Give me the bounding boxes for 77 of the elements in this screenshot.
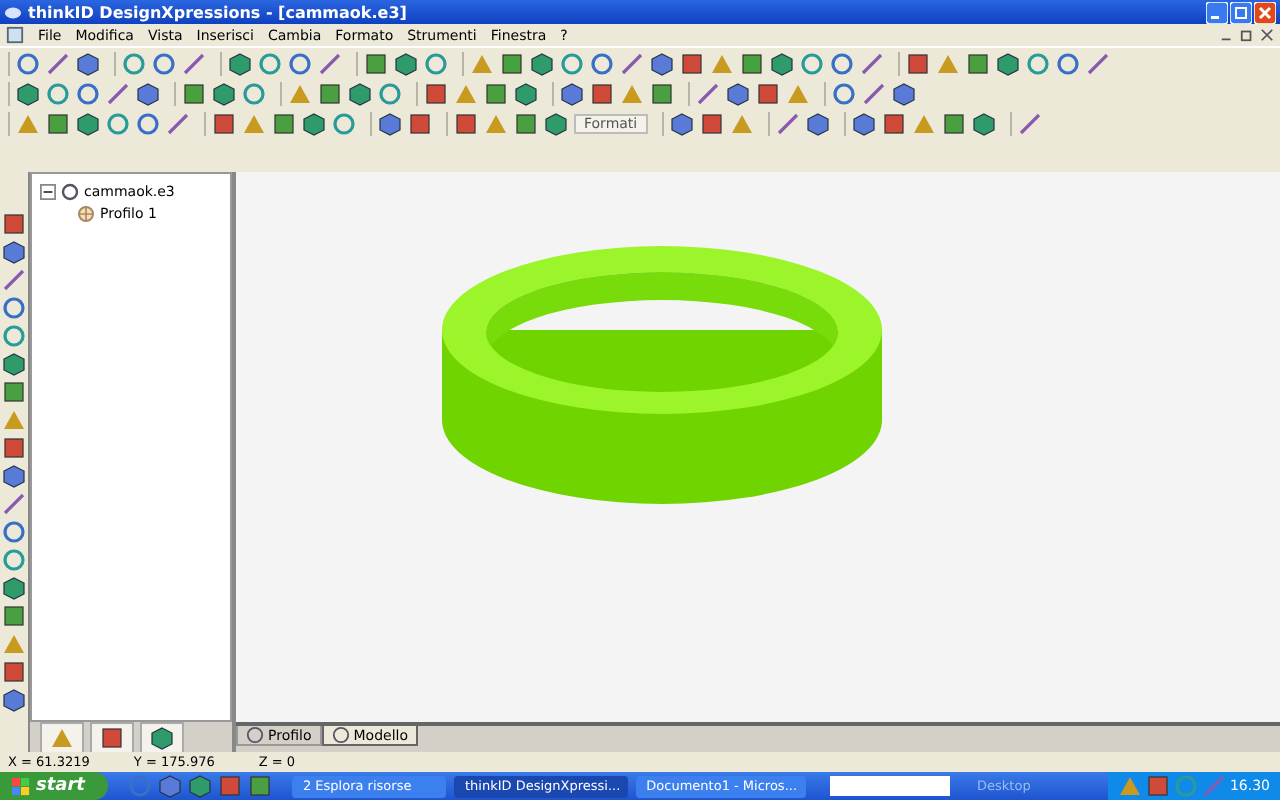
circle-icon[interactable] [1056,51,1080,75]
square-icon[interactable] [941,111,966,135]
square-icon[interactable] [2,436,26,460]
line-icon[interactable] [775,111,800,135]
line-icon[interactable] [46,51,70,75]
circle-icon[interactable] [832,81,856,105]
square-icon[interactable] [2,604,26,628]
square-icon[interactable] [318,81,342,105]
square-icon[interactable] [514,111,538,135]
circle-icon[interactable] [76,81,100,105]
document-icon [6,26,24,44]
maximize-button[interactable] [1230,1,1252,23]
window-title: thinkID DesignXpressions - [cammaok.e3] [28,3,407,21]
triangle-icon [50,725,74,749]
minimize-button[interactable] [1206,1,1228,23]
circle-icon[interactable] [136,111,160,135]
line-icon[interactable] [318,51,342,75]
square-icon [1145,774,1170,798]
line-icon[interactable] [1086,51,1110,75]
start-button[interactable]: start [0,772,109,800]
square-icon[interactable] [272,111,296,135]
profile-icon [76,203,96,223]
square-icon[interactable] [756,81,780,105]
search-field[interactable] [829,776,950,796]
square-icon[interactable] [212,111,236,135]
line-icon[interactable] [1017,111,1042,135]
line-icon[interactable] [182,51,206,75]
line-icon[interactable] [620,51,644,75]
square-icon[interactable] [484,81,508,105]
part-icon [60,181,80,201]
square-icon[interactable] [2,380,26,404]
circle-icon[interactable] [288,51,312,75]
square-icon[interactable] [500,51,524,75]
square-icon[interactable] [424,81,448,105]
line-icon[interactable] [166,111,190,135]
square-icon[interactable] [680,51,704,75]
square-icon[interactable] [590,81,614,105]
circle-icon [331,726,350,744]
triangle-icon [1117,774,1142,798]
collapse-icon[interactable] [40,183,56,199]
square-icon [100,725,124,749]
circle-icon[interactable] [2,296,26,320]
close-icon[interactable] [1260,28,1274,42]
square-icon[interactable] [881,111,906,135]
circle-icon [1173,774,1198,798]
close-button[interactable] [1254,1,1276,23]
square-icon[interactable] [248,774,273,798]
line-icon [1201,774,1226,798]
app-icon [4,3,22,21]
square-icon[interactable] [2,660,26,684]
circle-icon [246,726,264,744]
square-icon[interactable] [650,81,674,105]
line-icon[interactable] [860,51,884,75]
square-icon[interactable] [699,111,724,135]
circle-icon[interactable] [2,520,26,544]
square-icon[interactable] [408,111,432,135]
line-icon[interactable] [2,268,26,292]
circle-icon[interactable] [590,51,614,75]
square-icon[interactable] [966,51,990,75]
line-icon[interactable] [862,81,886,105]
square-icon[interactable] [740,51,764,75]
square-icon[interactable] [454,111,478,135]
square-icon[interactable] [364,51,388,75]
windows-logo-icon [12,777,30,795]
square-icon[interactable] [906,51,930,75]
circle-icon[interactable] [152,51,176,75]
square-icon[interactable] [182,81,206,105]
circle-icon[interactable] [830,51,854,75]
line-icon[interactable] [106,81,130,105]
panel-tab[interactable] [140,721,184,753]
square-icon[interactable] [46,111,70,135]
panel-tab[interactable] [90,721,134,753]
restore-icon[interactable] [1240,28,1254,42]
line-icon[interactable] [696,81,720,105]
line-icon[interactable] [2,492,26,516]
square-icon[interactable] [2,212,26,236]
circle-icon[interactable] [16,51,40,75]
